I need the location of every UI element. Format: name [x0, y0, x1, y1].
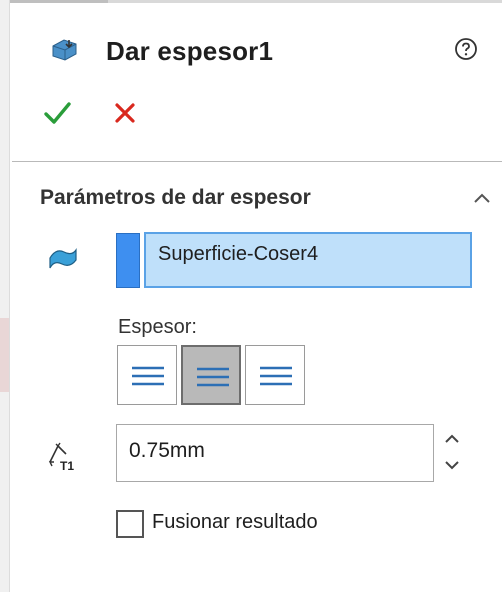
- top-rule: [0, 0, 502, 3]
- property-manager-header: Dar espesor1: [42, 28, 482, 72]
- svg-text:T1: T1: [60, 459, 74, 473]
- spin-down-icon[interactable]: [440, 454, 464, 476]
- page-title: Dar espesor1: [106, 36, 274, 66]
- thickness-t1-icon: T1: [48, 442, 74, 473]
- top-rule-segment: [0, 0, 108, 3]
- spin-up-icon[interactable]: [440, 428, 464, 450]
- merge-result-checkbox[interactable]: [116, 510, 144, 538]
- surface-selection-box[interactable]: Superficie-Coser4: [144, 232, 472, 288]
- align-lines-icon: [132, 366, 164, 386]
- thickness-spinner: [434, 424, 470, 482]
- section-title: Parámetros de dar espesor: [40, 186, 311, 209]
- ok-checkmark-icon[interactable]: [42, 98, 72, 128]
- chevron-up-icon[interactable]: [472, 190, 492, 206]
- cancel-x-icon[interactable]: [112, 100, 138, 126]
- selection-color-swatch: [116, 233, 140, 288]
- left-rail: [0, 0, 10, 592]
- thickness-value-input[interactable]: 0.75mm: [116, 424, 434, 482]
- align-lines-icon: [260, 366, 292, 386]
- help-icon[interactable]: [454, 37, 478, 61]
- thickness-label: Espesor:: [118, 316, 197, 338]
- merge-result-label: Fusionar resultado: [152, 511, 318, 533]
- thicken-feature-icon: [52, 39, 77, 61]
- action-buttons: [42, 98, 162, 128]
- left-rail-mark: [0, 318, 9, 392]
- thicken-both-sides-button[interactable]: [181, 345, 241, 405]
- thicken-side-2-button[interactable]: [245, 345, 305, 405]
- divider: [12, 161, 502, 162]
- align-lines-icon: [197, 367, 229, 387]
- surface-icon: [49, 248, 77, 269]
- thickness-side-options: [117, 345, 307, 407]
- thicken-side-1-button[interactable]: [117, 345, 177, 405]
